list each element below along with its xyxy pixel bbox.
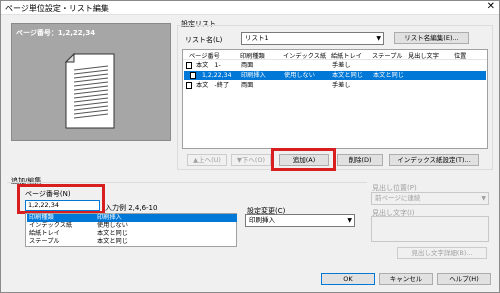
move-down-button[interactable]: ▼下へ(O) xyxy=(231,154,271,166)
move-up-button[interactable]: ▲上へ(U) xyxy=(187,154,227,166)
close-icon[interactable]: ✕ xyxy=(487,1,495,12)
ok-button[interactable]: OK xyxy=(321,273,375,285)
page-number-highlight xyxy=(17,184,105,214)
col-paper-tray[interactable]: 給紙トレイ xyxy=(331,51,362,60)
input-example-text: 入力例 2,4,6-10 xyxy=(105,204,158,212)
heading-position-select[interactable]: 前ページに連続 ▼ xyxy=(371,192,489,205)
col-heading-text[interactable]: 見出し文字 xyxy=(408,51,439,60)
col-page-number[interactable]: ページ番号 xyxy=(189,51,220,60)
heading-text-input[interactable] xyxy=(371,216,489,242)
col-print-type[interactable]: 印刷種類 xyxy=(240,51,265,60)
help-button[interactable]: ヘルプ(H) xyxy=(437,273,491,285)
chevron-down-icon: ▼ xyxy=(347,217,352,224)
settings-row[interactable]: インデックス紙 使用しない xyxy=(27,222,237,230)
title-bar: ページ単位設定・リスト編集 ✕ xyxy=(1,1,499,15)
table-header: ページ番号 印刷種類 インデックス紙 給紙トレイ ステープル 見出し文字 位置 xyxy=(183,50,487,60)
table-row-selected[interactable]: 1,2,22,34 印刷挿入 使用しない 本文と同じ 本文と同じ xyxy=(184,71,486,80)
change-settings-select[interactable]: 印刷挿入 ▼ xyxy=(245,214,355,227)
window-title: ページ単位設定・リスト編集 xyxy=(5,4,109,13)
chevron-down-icon: ▼ xyxy=(481,195,486,202)
chevron-down-icon: ▼ xyxy=(376,35,381,42)
page-preview-icon xyxy=(64,52,115,129)
settings-table[interactable]: ページ番号 印刷種類 インデックス紙 給紙トレイ ステープル 見出し文字 位置 … xyxy=(182,49,488,149)
list-name-edit-button[interactable]: リスト名編集(E)... xyxy=(394,32,469,44)
add-button-highlight xyxy=(271,148,336,171)
dialog-window: ページ単位設定・リスト編集 ✕ ページ番号：1,2,22,34 設定リスト リス… xyxy=(0,0,500,293)
settings-row[interactable]: 給紙トレイ 本文と同じ xyxy=(27,230,237,238)
table-row[interactable]: 本文 -終了 両面 手差し xyxy=(184,81,486,90)
col-index-paper[interactable]: インデックス紙 xyxy=(283,51,326,60)
list-name-select[interactable]: リスト1 ▼ xyxy=(241,32,384,45)
heading-text-details-button[interactable]: 見出し文字詳細(B)... xyxy=(397,247,487,259)
table-row[interactable]: 本文 1- 両面 手差し xyxy=(184,61,486,70)
list-name-label: リスト名(L) xyxy=(185,36,223,44)
settings-row[interactable]: ステープル 本文と同じ xyxy=(27,238,237,246)
preview-page-number: ページ番号：1,2,22,34 xyxy=(16,29,96,37)
settings-row-selected[interactable]: 印刷種類 印刷挿入 xyxy=(27,214,237,222)
current-settings-list[interactable]: 印刷種類 印刷挿入 インデックス紙 使用しない 給紙トレイ 本文と同じ ステープ… xyxy=(25,213,237,247)
col-staple[interactable]: ステープル xyxy=(372,51,403,60)
index-paper-settings-button[interactable]: インデックス紙設定(T)... xyxy=(389,154,479,166)
cancel-button[interactable]: キャンセル xyxy=(379,273,433,285)
col-position[interactable]: 位置 xyxy=(454,51,466,60)
delete-button[interactable]: 削除(D) xyxy=(337,154,383,166)
preview-panel: ページ番号：1,2,22,34 xyxy=(11,23,171,141)
